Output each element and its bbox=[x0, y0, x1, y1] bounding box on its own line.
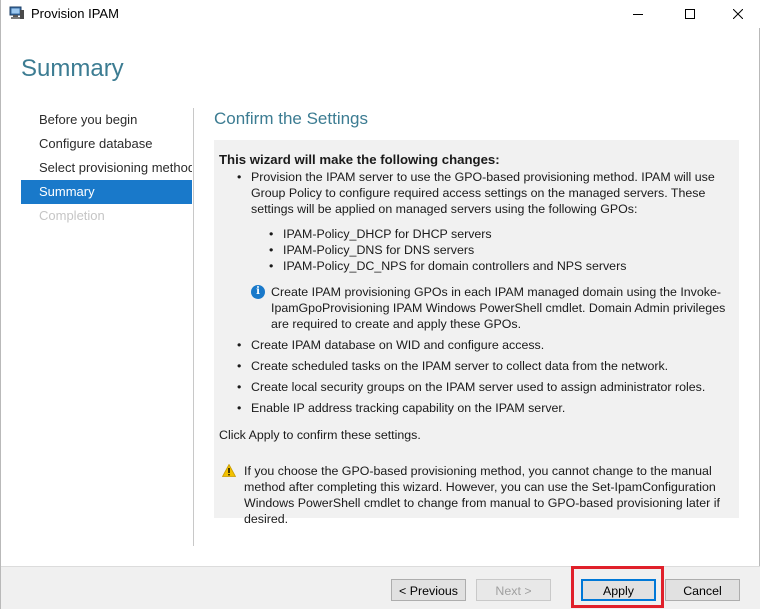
list-item: IPAM-Policy_DNS for DNS servers bbox=[251, 242, 734, 258]
gpo-list: IPAM-Policy_DHCP for DHCP servers IPAM-P… bbox=[251, 226, 734, 274]
list-item: Create local security groups on the IPAM… bbox=[219, 379, 734, 395]
nav-divider bbox=[193, 108, 194, 546]
info-text: Create IPAM provisioning GPOs in each IP… bbox=[271, 285, 726, 331]
warning-note: If you choose the GPO-based provisioning… bbox=[219, 463, 734, 527]
changes-list: Provision the IPAM server to use the GPO… bbox=[219, 169, 734, 416]
nav-item-summary[interactable]: Summary bbox=[21, 180, 192, 204]
warning-text: If you choose the GPO-based provisioning… bbox=[244, 464, 720, 526]
nav-item-select-provisioning-method[interactable]: Select provisioning method bbox=[21, 156, 192, 180]
click-apply-text: Click Apply to confirm these settings. bbox=[219, 428, 421, 442]
provision-ipam-window: Provision IPAM Summary Before you begin … bbox=[0, 0, 760, 609]
page-title: Summary bbox=[21, 55, 124, 82]
previous-button[interactable]: < Previous bbox=[391, 579, 466, 601]
list-item: Create scheduled tasks on the IPAM serve… bbox=[219, 358, 734, 374]
window-title: Provision IPAM bbox=[31, 6, 119, 21]
warning-icon bbox=[221, 463, 237, 477]
list-item: IPAM-Policy_DC_NPS for domain controller… bbox=[251, 258, 734, 274]
info-icon: i bbox=[251, 285, 265, 299]
apply-highlight-box bbox=[571, 566, 664, 608]
minimize-icon bbox=[633, 14, 643, 15]
list-item: Create IPAM database on WID and configur… bbox=[219, 337, 734, 353]
minimize-button[interactable] bbox=[615, 0, 661, 28]
title-bar[interactable]: Provision IPAM bbox=[1, 0, 760, 28]
maximize-icon bbox=[685, 9, 695, 19]
content-title: Confirm the Settings bbox=[214, 109, 369, 128]
list-item: Provision the IPAM server to use the GPO… bbox=[219, 169, 734, 332]
nav-item-before-you-begin[interactable]: Before you begin bbox=[21, 108, 192, 132]
summary-panel: This wizard will make the following chan… bbox=[214, 140, 739, 526]
maximize-button[interactable] bbox=[667, 0, 713, 28]
list-item: IPAM-Policy_DHCP for DHCP servers bbox=[251, 226, 734, 242]
info-note: i Create IPAM provisioning GPOs in each … bbox=[251, 284, 734, 332]
close-button[interactable] bbox=[715, 0, 760, 28]
nav-item-completion: Completion bbox=[39, 208, 105, 223]
next-button: Next > bbox=[476, 579, 551, 601]
wizard-nav: Before you begin Configure database Sele… bbox=[21, 108, 192, 228]
bullet-gpo-provisioning: Provision the IPAM server to use the GPO… bbox=[251, 170, 715, 216]
nav-item-configure-database[interactable]: Configure database bbox=[21, 132, 192, 156]
changes-heading: This wizard will make the following chan… bbox=[219, 152, 500, 167]
server-icon bbox=[9, 6, 25, 20]
close-icon bbox=[733, 9, 743, 19]
cancel-button[interactable]: Cancel bbox=[665, 579, 740, 601]
list-item: Enable IP address tracking capability on… bbox=[219, 400, 734, 416]
